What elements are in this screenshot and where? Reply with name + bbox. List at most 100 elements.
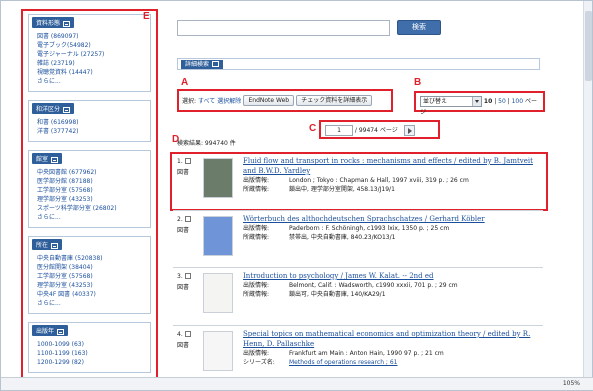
collapse-icon[interactable] bbox=[63, 20, 71, 27]
result-meta-line: シリーズ名: Methods of operations research ; 6… bbox=[243, 359, 533, 367]
facet-item[interactable]: 1200-1299 (82) bbox=[37, 358, 150, 367]
facet-item[interactable]: 視聴覚資料 (14447) bbox=[37, 68, 150, 77]
meta-key: シリーズ名: bbox=[243, 359, 275, 366]
facet-item[interactable]: 1000-1099 (63) bbox=[37, 340, 150, 349]
collapse-icon[interactable] bbox=[51, 242, 59, 249]
facet-item[interactable]: 理学部分室 (43253) bbox=[37, 195, 150, 204]
select-all-link[interactable]: すべて bbox=[198, 98, 215, 105]
vertical-scrollbar[interactable] bbox=[583, 1, 592, 379]
result-number: 3. bbox=[177, 273, 183, 280]
facet-title-label: 資料形態 bbox=[36, 20, 61, 27]
result-separator bbox=[173, 325, 543, 326]
book-cover-thumbnail[interactable] bbox=[203, 273, 233, 313]
meta-value: 鎖出中, 理学部分室開架, 458.13/J19/1 bbox=[289, 186, 395, 193]
facet-more-link[interactable]: さらに... bbox=[37, 213, 150, 222]
search-button[interactable]: 検索 bbox=[397, 20, 441, 35]
meta-key: 出版情報: bbox=[243, 350, 270, 357]
next-page-button[interactable] bbox=[403, 125, 415, 136]
detail-search-bar: 詳細検索 bbox=[177, 58, 540, 70]
show-checked-details-button[interactable]: チェック資料を詳細表示 bbox=[296, 95, 373, 106]
facet-item[interactable]: 医学部分館 (87188) bbox=[37, 177, 150, 186]
meta-key: 所蔵情報: bbox=[243, 291, 270, 298]
facet-title[interactable]: 和洋区分 bbox=[32, 103, 75, 114]
facet-item[interactable]: 中央自動書庫 (520838) bbox=[37, 254, 150, 263]
facet-item[interactable]: 理学部分室 (43253) bbox=[37, 281, 150, 290]
collapse-icon[interactable] bbox=[63, 106, 71, 113]
facet-more-link[interactable]: さらに... bbox=[37, 299, 150, 308]
facet-item[interactable]: 工学部分室 (57568) bbox=[37, 186, 150, 195]
annotation-label-a: A bbox=[181, 77, 189, 88]
sort-selected-label: 並び替え bbox=[423, 98, 448, 105]
endnote-web-button[interactable]: EndNote Web bbox=[243, 95, 295, 106]
result-separator bbox=[173, 210, 543, 211]
selection-links: 選択: すべて 選択解除 bbox=[182, 96, 241, 105]
facet-item[interactable]: 電子ブック(54982) bbox=[37, 41, 150, 50]
facet-item[interactable]: 工学部分室 (57568) bbox=[37, 272, 150, 281]
page-number-input[interactable]: 1 bbox=[325, 125, 353, 136]
deselect-link[interactable]: 選択解除 bbox=[217, 98, 241, 105]
browser-page: 資料形態図書 (869097) 電子ブック(54982) 電子ジャーナル (2725… bbox=[0, 0, 593, 391]
facet-group: 出版年 1000-1099 (63) 1100-1199 (163) 1200-129… bbox=[28, 322, 151, 373]
result-checkbox[interactable] bbox=[185, 216, 191, 222]
facet-group: 所在中央自動書庫 (520838) 医分館開架 (38404) 工学部分室 (575… bbox=[28, 236, 151, 314]
facet-item[interactable]: 図書 (869097) bbox=[37, 32, 150, 41]
facet-item[interactable]: 洋書 (377742) bbox=[37, 127, 150, 136]
meta-key: 所蔵情報: bbox=[243, 234, 270, 241]
meta-value: 禁帯出, 中央自動書庫, 840.23/KO13/1 bbox=[289, 234, 396, 241]
facet-item[interactable]: 電子ジャーナル (27257) bbox=[37, 50, 150, 59]
scrollbar-thumb[interactable] bbox=[585, 11, 592, 81]
result-separator bbox=[173, 267, 543, 268]
zoom-level[interactable]: 105% bbox=[563, 380, 580, 387]
meta-key: 出版情報: bbox=[243, 225, 270, 232]
annotation-label-c: C bbox=[309, 123, 317, 134]
facet-title-label: 館室 bbox=[36, 156, 49, 163]
facet-item[interactable]: 和書 (616998) bbox=[37, 118, 150, 127]
facet-item[interactable]: 雑誌 (23719) bbox=[37, 59, 150, 68]
detail-search-button[interactable]: 詳細検索 bbox=[181, 60, 224, 69]
meta-value: London ; Tokyo : Chapman & Hall, 1997 xv… bbox=[289, 177, 469, 184]
facet-group: 館室中央図書館 (677962) 医学部分館 (87188) 工学部分室 (5756… bbox=[28, 150, 151, 228]
result-checkbox[interactable] bbox=[185, 158, 191, 164]
result-info: Fluid flow and transport in rocks : mech… bbox=[243, 156, 533, 194]
result-meta-line: 所蔵情報: 鎖出可, 中央自動書庫, 140/KA29/1 bbox=[243, 291, 533, 299]
facet-item[interactable]: 中央4F 図書 (40337) bbox=[37, 290, 150, 299]
facet-item[interactable]: 医分館開架 (38404) bbox=[37, 263, 150, 272]
result-info: Wörterbuch des althochdeutschen Sprachsc… bbox=[243, 214, 533, 242]
per-page-50-link[interactable]: 50 bbox=[498, 98, 506, 105]
facet-title[interactable]: 館室 bbox=[32, 153, 63, 164]
status-bar: 105% bbox=[1, 377, 593, 390]
sort-select[interactable]: 並び替え bbox=[420, 96, 482, 107]
result-title-link[interactable]: Special topics on mathematical economics… bbox=[243, 329, 533, 349]
meta-value: Belmont, Calif. : Wadsworth, c1990 xxxii… bbox=[289, 282, 458, 289]
result-title-link[interactable]: Fluid flow and transport in rocks : mech… bbox=[243, 156, 533, 176]
meta-value: Frankfurt am Main : Anton Hain, 1990 97 … bbox=[289, 350, 444, 357]
book-cover-thumbnail[interactable] bbox=[203, 331, 233, 371]
meta-value: 鎖出可, 中央自動書庫, 140/KA29/1 bbox=[289, 291, 386, 298]
facet-title[interactable]: 所在 bbox=[32, 239, 63, 250]
facet-group: 資料形態図書 (869097) 電子ブック(54982) 電子ジャーナル (2725… bbox=[28, 14, 151, 92]
book-cover-thumbnail[interactable] bbox=[203, 158, 233, 198]
facet-item[interactable]: 中央図書館 (677962) bbox=[37, 168, 150, 177]
per-page-100-link[interactable]: 100 bbox=[512, 98, 523, 105]
annotation-label-e: E bbox=[143, 11, 150, 22]
per-page-current: 10 bbox=[483, 98, 493, 105]
result-checkbox[interactable] bbox=[185, 273, 191, 279]
search-input[interactable] bbox=[177, 20, 390, 36]
result-checkbox[interactable] bbox=[185, 331, 191, 337]
series-link[interactable]: Methods of operations research ; 61 bbox=[289, 359, 398, 366]
chevron-down-icon bbox=[472, 97, 481, 106]
collapse-icon[interactable] bbox=[57, 328, 65, 335]
result-type: 図書 bbox=[177, 169, 190, 176]
facet-title[interactable]: 資料形態 bbox=[32, 17, 75, 28]
result-number: 4. bbox=[177, 331, 183, 338]
facet-item[interactable]: 1100-1199 (163) bbox=[37, 349, 150, 358]
collapse-icon[interactable] bbox=[51, 156, 59, 163]
result-title-link[interactable]: Wörterbuch des althochdeutschen Sprachsc… bbox=[243, 214, 533, 224]
facet-more-link[interactable]: さらに... bbox=[37, 77, 150, 86]
facet-item[interactable]: スポーツ科学部分室 (26802) bbox=[37, 204, 150, 213]
facet-title[interactable]: 出版年 bbox=[32, 325, 69, 336]
result-title-link[interactable]: Introduction to psychology / James W. Ka… bbox=[243, 271, 533, 281]
result-meta-line: 所蔵情報: 鎖出中, 理学部分室開架, 458.13/J19/1 bbox=[243, 186, 533, 194]
book-cover-thumbnail[interactable] bbox=[203, 216, 233, 256]
facet-sidebar: 資料形態図書 (869097) 電子ブック(54982) 電子ジャーナル (2725… bbox=[21, 9, 158, 379]
